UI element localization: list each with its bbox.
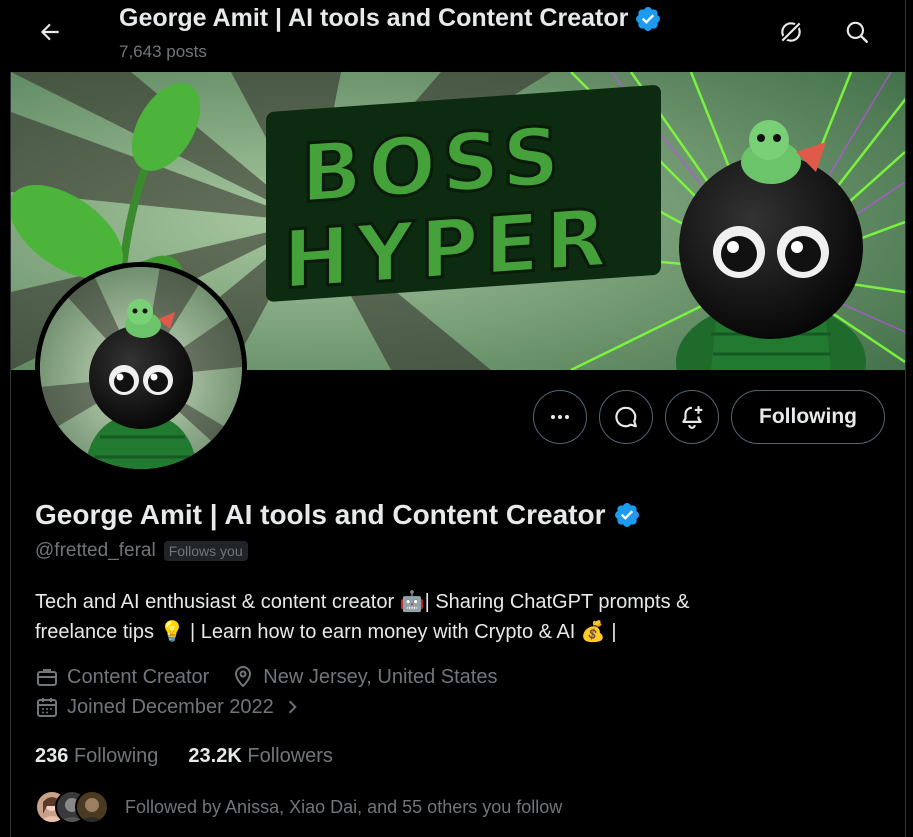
- verified-badge-icon: [636, 6, 661, 31]
- followed-by-row[interactable]: Followed by Anissa, Xiao Dai, and 55 oth…: [35, 790, 562, 824]
- verified-badge-icon[interactable]: [613, 501, 641, 529]
- followers-count: 23.2K: [188, 745, 242, 767]
- category-label: Content Creator: [67, 665, 210, 688]
- briefcase-icon: [37, 669, 57, 686]
- page-title: George Amit | AI tools and Content Creat…: [119, 4, 629, 32]
- grok-button[interactable]: [771, 12, 811, 52]
- profile-bio: Tech and AI enthusiast & content creator…: [35, 587, 835, 647]
- chevron-right-icon: [288, 700, 297, 714]
- column-border-right: [905, 0, 906, 837]
- arrow-left-icon: [40, 23, 59, 41]
- search-button[interactable]: [837, 12, 877, 52]
- category-item: Content Creator: [35, 665, 209, 689]
- followers-stat[interactable]: 23.2K Followers: [188, 745, 333, 768]
- location-pin-icon: [235, 666, 252, 688]
- back-button[interactable]: [30, 12, 70, 52]
- followed-by-text: Followed by Anissa, Xiao Dai, and 55 oth…: [125, 796, 563, 817]
- display-name: George Amit | AI tools and Content Creat…: [35, 499, 606, 530]
- message-icon: [615, 406, 637, 428]
- profile-page: George Amit | AI tools and Content Creat…: [0, 0, 913, 837]
- following-stat-label: Following: [73, 745, 159, 767]
- profile-meta-row: Content Creator New Jersey, United State…: [35, 665, 519, 689]
- bio-line-1: Tech and AI enthusiast & content creator…: [35, 591, 690, 613]
- header-title-row: George Amit | AI tools and Content Creat…: [119, 4, 662, 33]
- handle-row: @fretted_feral Follows you: [35, 540, 248, 562]
- grok-icon: [779, 20, 803, 44]
- follow-stats: 236 Following 23.2K Followers: [35, 745, 363, 768]
- location-label: New Jersey, United States: [263, 665, 498, 688]
- following-count: 236: [35, 745, 69, 767]
- message-button[interactable]: [599, 390, 653, 444]
- top-bar: George Amit | AI tools and Content Creat…: [0, 0, 905, 72]
- calendar-icon: [37, 698, 57, 717]
- more-button[interactable]: [533, 390, 587, 444]
- location-item: New Jersey, United States: [231, 665, 497, 689]
- post-count: 7,643 posts: [119, 42, 207, 61]
- followed-by-avatars: [35, 790, 115, 824]
- joined-label: Joined December 2022: [67, 695, 274, 718]
- avatar-image: [40, 267, 242, 469]
- following-button[interactable]: Following: [731, 390, 885, 444]
- bio-line-2: freelance tips 💡 | Learn how to earn mon…: [35, 621, 617, 643]
- search-icon: [846, 21, 868, 43]
- profile-avatar[interactable]: [35, 262, 247, 474]
- bell-plus-icon: [682, 406, 703, 429]
- notifications-button[interactable]: [665, 390, 719, 444]
- joined-row[interactable]: Joined December 2022: [35, 695, 324, 719]
- followers-stat-label: Followers: [247, 745, 333, 767]
- display-name-row: George Amit | AI tools and Content Creat…: [35, 499, 641, 531]
- following-stat[interactable]: 236 Following: [35, 745, 158, 768]
- joined-item[interactable]: Joined December 2022: [35, 695, 302, 719]
- follows-you-badge: Follows you: [163, 541, 248, 561]
- more-icon: [551, 415, 569, 419]
- user-handle: @fretted_feral: [35, 540, 156, 561]
- avatar: [75, 790, 109, 824]
